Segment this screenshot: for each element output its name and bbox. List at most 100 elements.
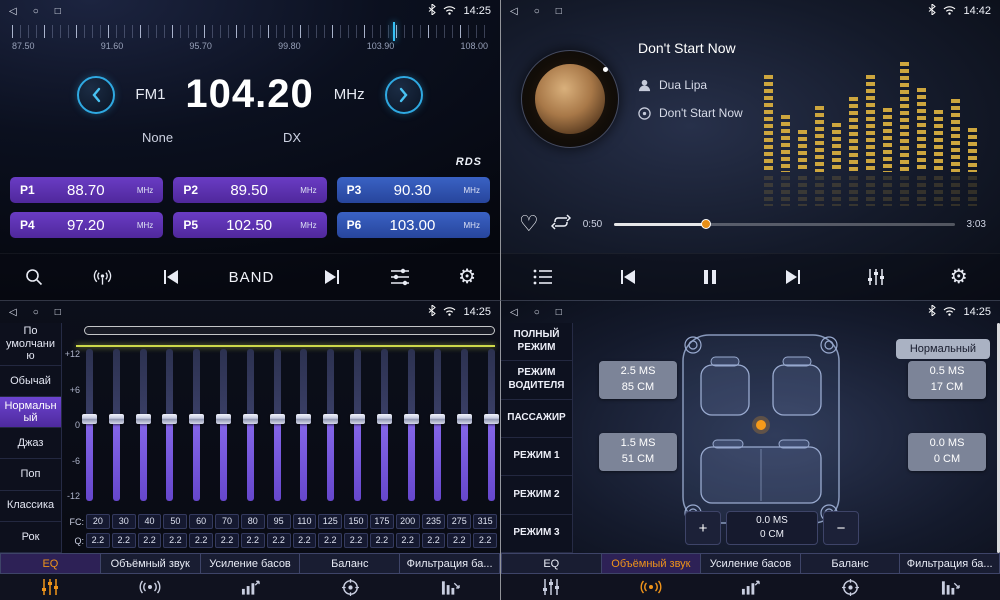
- slider-knob[interactable]: [189, 414, 204, 424]
- equalizer-icon[interactable]: [0, 574, 100, 600]
- scan-search-icon[interactable]: [24, 267, 44, 287]
- slider-knob[interactable]: [243, 414, 258, 424]
- eq-preset-classic[interactable]: Классика: [0, 491, 61, 522]
- mode-1[interactable]: РЕЖИМ 1: [501, 438, 572, 476]
- favorite-heart-icon[interactable]: ♡: [519, 213, 539, 235]
- eq-band-slider[interactable]: [354, 349, 361, 501]
- playlist-icon[interactable]: [533, 269, 553, 285]
- sound-profile-button[interactable]: Нормальный: [896, 339, 990, 359]
- equalizer-icon[interactable]: [501, 574, 601, 600]
- nav-recents-icon[interactable]: □: [55, 6, 61, 17]
- eq-band-slider[interactable]: [327, 349, 334, 501]
- slider-knob[interactable]: [457, 414, 472, 424]
- balance-icon[interactable]: [300, 574, 400, 600]
- eq-band-slider[interactable]: [166, 349, 173, 501]
- slider-knob[interactable]: [350, 414, 365, 424]
- eq-band-slider[interactable]: [488, 349, 495, 501]
- slider-knob[interactable]: [377, 414, 392, 424]
- seek-slider[interactable]: [614, 223, 954, 226]
- slider-knob[interactable]: [323, 414, 338, 424]
- nav-home-icon[interactable]: ○: [534, 6, 540, 17]
- eq-band-slider[interactable]: [86, 349, 93, 501]
- mode-driver[interactable]: РЕЖИМ ВОДИТЕЛЯ: [501, 361, 572, 399]
- preset-button-p3[interactable]: P3 90.30 MHz: [337, 177, 490, 203]
- slider-knob[interactable]: [216, 414, 231, 424]
- eq-preset-normal[interactable]: Нормальный: [0, 397, 61, 428]
- nav-back-icon[interactable]: ◁: [510, 307, 518, 318]
- preset-button-p4[interactable]: P4 97.20 MHz: [10, 212, 163, 238]
- nav-back-icon[interactable]: ◁: [510, 6, 518, 17]
- filter-icon[interactable]: [900, 574, 1000, 600]
- delay-front-left[interactable]: 2.5 MS 85 CM: [599, 361, 677, 399]
- next-track-icon[interactable]: [783, 269, 803, 285]
- nav-back-icon[interactable]: ◁: [9, 307, 17, 318]
- tab-eq[interactable]: EQ: [501, 553, 602, 574]
- tab-bass-boost[interactable]: Усиление басов: [701, 553, 801, 574]
- tab-balance[interactable]: Баланс: [801, 553, 901, 574]
- delay-increase-button[interactable]: +: [685, 511, 721, 545]
- slider-knob[interactable]: [270, 414, 285, 424]
- surround-icon[interactable]: [601, 574, 701, 600]
- nav-home-icon[interactable]: ○: [33, 6, 39, 17]
- preset-button-p6[interactable]: P6 103.00 MHz: [337, 212, 490, 238]
- progress-knob[interactable]: [701, 219, 711, 229]
- nav-recents-icon[interactable]: □: [55, 307, 61, 318]
- slider-knob[interactable]: [404, 414, 419, 424]
- eq-preset-custom[interactable]: Обычай: [0, 366, 61, 397]
- frequency-ruler[interactable]: 87.50 91.60 95.70 99.80 103.90 108.00: [12, 25, 488, 57]
- eq-band-slider[interactable]: [193, 349, 200, 501]
- eq-band-slider[interactable]: [220, 349, 227, 501]
- slider-knob[interactable]: [484, 414, 499, 424]
- broadcast-icon[interactable]: [92, 267, 113, 287]
- nav-recents-icon[interactable]: □: [556, 307, 562, 318]
- tab-filter[interactable]: Фильтрация ба...: [900, 553, 1000, 574]
- eq-band-slider[interactable]: [381, 349, 388, 501]
- eq-band-slider[interactable]: [274, 349, 281, 501]
- equalizer-icon[interactable]: [867, 268, 885, 286]
- nav-home-icon[interactable]: ○: [33, 307, 39, 318]
- mixer-icon[interactable]: [390, 268, 410, 286]
- eq-band-slider[interactable]: [300, 349, 307, 501]
- preset-button-p2[interactable]: P2 89.50 MHz: [173, 177, 326, 203]
- band-button[interactable]: BAND: [229, 269, 275, 286]
- eq-band-slider[interactable]: [408, 349, 415, 501]
- bass-boost-icon[interactable]: [701, 574, 801, 600]
- eq-band-slider[interactable]: [140, 349, 147, 501]
- nav-home-icon[interactable]: ○: [534, 307, 540, 318]
- mode-full[interactable]: ПОЛНЫЙ РЕЖИМ: [501, 323, 572, 361]
- slider-knob[interactable]: [162, 414, 177, 424]
- eq-band-slider[interactable]: [113, 349, 120, 501]
- preset-button-p1[interactable]: P1 88.70 MHz: [10, 177, 163, 203]
- slider-knob[interactable]: [136, 414, 151, 424]
- nav-recents-icon[interactable]: □: [556, 6, 562, 17]
- nav-back-icon[interactable]: ◁: [9, 6, 17, 17]
- eq-preset-jazz[interactable]: Джаз: [0, 428, 61, 459]
- tab-surround[interactable]: Объёмный звук: [602, 553, 702, 574]
- tune-up-button[interactable]: [385, 76, 423, 114]
- slider-knob[interactable]: [82, 414, 97, 424]
- balance-icon[interactable]: [800, 574, 900, 600]
- tab-balance[interactable]: Баланс: [300, 553, 400, 574]
- delay-rear-right[interactable]: 0.0 MS 0 CM: [908, 433, 986, 471]
- settings-gear-icon[interactable]: ⚙: [950, 267, 968, 287]
- tab-filter[interactable]: Фильтрация ба...: [400, 553, 500, 574]
- repeat-icon[interactable]: [551, 214, 571, 235]
- pause-icon[interactable]: [702, 269, 718, 285]
- previous-track-icon[interactable]: [618, 269, 638, 285]
- eq-preset-default[interactable]: По умолчанию: [0, 323, 61, 366]
- tab-bass-boost[interactable]: Усиление басов: [201, 553, 301, 574]
- settings-gear-icon[interactable]: ⚙: [458, 267, 476, 287]
- delay-rear-left[interactable]: 1.5 MS 51 CM: [599, 433, 677, 471]
- delay-front-right[interactable]: 0.5 MS 17 CM: [908, 361, 986, 399]
- slider-knob[interactable]: [296, 414, 311, 424]
- delay-decrease-button[interactable]: −: [823, 511, 859, 545]
- slider-knob[interactable]: [109, 414, 124, 424]
- bass-boost-icon[interactable]: [200, 574, 300, 600]
- mode-2[interactable]: РЕЖИМ 2: [501, 476, 572, 514]
- tab-eq[interactable]: EQ: [0, 553, 101, 574]
- previous-icon[interactable]: [161, 269, 181, 285]
- eq-band-slider[interactable]: [434, 349, 441, 501]
- eq-preset-rock[interactable]: Рок: [0, 522, 61, 553]
- bands-scrollbar[interactable]: [84, 326, 495, 335]
- tab-surround[interactable]: Объёмный звук: [101, 553, 201, 574]
